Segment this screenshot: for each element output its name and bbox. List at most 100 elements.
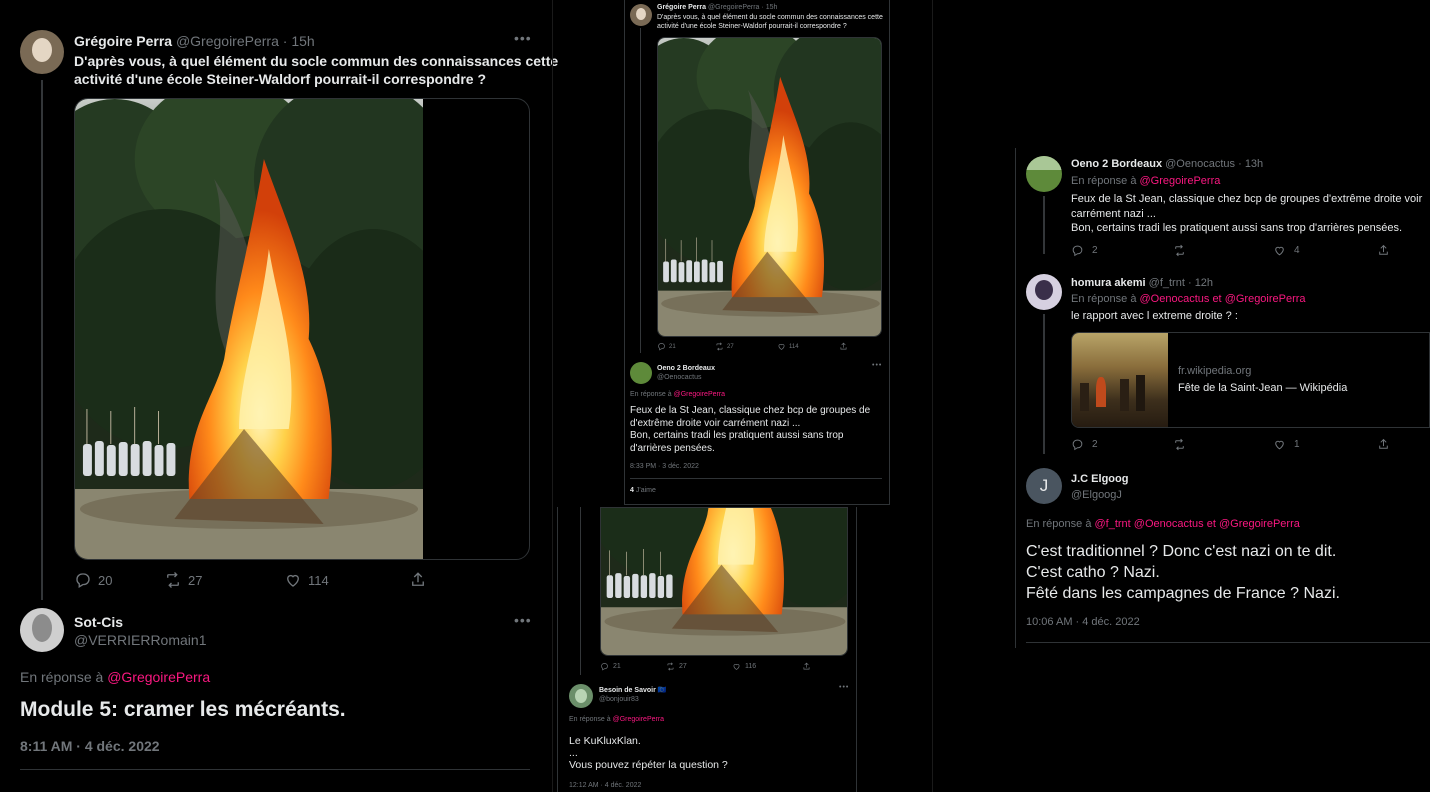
mention-link[interactable]: @GregoirePerra <box>107 669 210 685</box>
card-domain: fr.wikipedia.org <box>1178 365 1252 377</box>
tweet-photo[interactable] <box>600 507 848 656</box>
tweet-actions: 2 1 <box>1071 438 1390 451</box>
tweet-time[interactable]: 12h <box>1195 277 1213 289</box>
tweet-header: Grégoire Perra @GregoirePerra · 15h <box>657 4 778 11</box>
retweet-icon <box>1173 438 1186 451</box>
avatar[interactable] <box>569 684 593 708</box>
tweet-text: Feux de la St Jean, classique chez bcp d… <box>630 405 871 454</box>
author-name[interactable]: homura akemi <box>1071 277 1146 289</box>
reply-context: En réponse à @GregoirePerra <box>630 391 726 398</box>
like-icon <box>1273 438 1286 451</box>
tweet-text: Feux de la St Jean, classique chez bcp d… <box>1071 193 1423 234</box>
reply-context: En réponse à @Oenocactus et @GregoirePer… <box>1071 293 1306 305</box>
share-icon <box>409 571 427 589</box>
tweet-header: homura akemi @f_trnt · 12h <box>1071 277 1214 289</box>
author-handle[interactable]: @GregoirePerra <box>708 4 759 11</box>
reply-icon <box>600 662 609 671</box>
avatar[interactable] <box>1026 156 1062 192</box>
avatar[interactable]: J <box>1026 468 1062 504</box>
author-handle[interactable]: @Oenocactus <box>1165 158 1235 170</box>
retweet-icon <box>164 571 182 589</box>
tweet-photo[interactable] <box>74 98 530 560</box>
author-handle[interactable]: @VERRIERRomain1 <box>74 632 206 648</box>
author-name[interactable]: Oeno 2 Bordeaux <box>1071 158 1162 170</box>
tweet-header: Grégoire Perra @GregoirePerra · 15h <box>74 33 315 49</box>
reply-context: En réponse à @GregoirePerra <box>569 716 665 723</box>
retweet-button[interactable]: 27 <box>715 342 777 351</box>
more-icon[interactable]: ••• <box>872 362 882 369</box>
retweet-button[interactable] <box>1173 438 1273 451</box>
tweet-timestamp[interactable]: 10:06 AM · 4 déc. 2022 <box>1026 616 1140 628</box>
tweet-time[interactable]: 15h <box>766 4 778 11</box>
share-button[interactable] <box>1377 438 1390 451</box>
share-button[interactable] <box>1377 244 1390 257</box>
author-handle[interactable]: @f_trnt <box>1149 277 1185 289</box>
like-button[interactable]: 114 <box>284 571 409 589</box>
reply-context: En réponse à @f_trnt @Oenocactus et @Gre… <box>1026 518 1300 530</box>
link-card[interactable]: fr.wikipedia.org Fête de la Saint-Jean —… <box>1071 332 1430 428</box>
likes-summary[interactable]: 4 J'aime <box>630 487 656 494</box>
reply-context: En réponse à @GregoirePerra <box>20 669 211 685</box>
more-icon[interactable]: ••• <box>514 612 532 628</box>
reply-button[interactable]: 2 <box>1071 438 1173 451</box>
author-name[interactable]: J.C Elgoog <box>1071 473 1128 485</box>
author-name[interactable]: Oeno 2 Bordeaux <box>657 365 715 372</box>
mention-link[interactable]: @GregoirePerra <box>1140 175 1221 187</box>
tweet-timestamp[interactable]: 8:11 AM · 4 déc. 2022 <box>20 738 160 754</box>
mention-link[interactable]: @GregoirePerra <box>1225 293 1306 305</box>
more-icon[interactable]: ••• <box>514 30 532 46</box>
tweet-header: Besoin de Savoir 🇪🇺 <box>599 686 666 694</box>
tweet-text: D'après vous, à quel élément du socle co… <box>657 14 883 30</box>
tweet-time[interactable]: 13h <box>1245 158 1263 170</box>
avatar[interactable] <box>1026 274 1062 310</box>
share-button[interactable] <box>409 571 427 589</box>
author-name[interactable]: Sot-Cis <box>74 614 123 630</box>
tweet-photo[interactable] <box>657 37 882 337</box>
avatar[interactable] <box>20 30 64 74</box>
like-button[interactable]: 114 <box>777 342 839 351</box>
author-handle[interactable]: @ElgoogJ <box>1071 489 1122 501</box>
tweet-text: le rapport avec l extreme droite ? : <box>1071 310 1238 322</box>
avatar[interactable] <box>630 4 652 26</box>
like-button[interactable]: 4 <box>1273 244 1377 257</box>
reply-icon <box>1071 438 1084 451</box>
like-icon <box>777 342 786 351</box>
reply-button[interactable]: 20 <box>74 571 164 589</box>
mention-link[interactable]: @GregoirePerra <box>1219 518 1300 530</box>
like-button[interactable]: 1 <box>1273 438 1377 451</box>
tweet-timestamp[interactable]: 12:12 AM · 4 déc. 2022 <box>569 782 641 789</box>
mention-link[interactable]: @GregoirePerra <box>674 391 725 398</box>
like-icon <box>732 662 741 671</box>
author-name[interactable]: Besoin de Savoir <box>599 687 656 694</box>
author-name[interactable]: Grégoire Perra <box>657 4 706 11</box>
mention-link[interactable]: @Oenocactus <box>1140 293 1210 305</box>
author-handle[interactable]: @GregoirePerra <box>176 33 279 49</box>
share-button[interactable] <box>802 662 811 671</box>
card-title: Fête de la Saint-Jean — Wikipédia <box>1178 382 1348 394</box>
author-name[interactable]: Grégoire Perra <box>74 33 172 49</box>
mention-link[interactable]: @Oenocactus <box>1134 518 1204 530</box>
avatar[interactable] <box>20 608 64 652</box>
retweet-icon <box>666 662 675 671</box>
avatar[interactable] <box>630 362 652 384</box>
retweet-button[interactable] <box>1173 244 1273 257</box>
retweet-button[interactable]: 27 <box>164 571 284 589</box>
card-thumbnail <box>1072 333 1168 427</box>
tweet-text: D'après vous, à quel élément du socle co… <box>74 53 559 87</box>
reply-icon <box>74 571 92 589</box>
mention-link[interactable]: @GregoirePerra <box>613 716 664 723</box>
like-button[interactable]: 116 <box>732 662 802 671</box>
tweet-actions: 21 27 116 <box>600 662 811 671</box>
share-button[interactable] <box>839 342 848 351</box>
tweet-time[interactable]: 15h <box>291 33 314 49</box>
reply-button[interactable]: 21 <box>657 342 715 351</box>
reply-button[interactable]: 2 <box>1071 244 1173 257</box>
author-handle[interactable]: @Oenocactus <box>657 374 701 381</box>
more-icon[interactable]: ••• <box>839 684 849 691</box>
tweet-text: C'est traditionnel ? Donc c'est nazi on … <box>1026 543 1340 602</box>
reply-button[interactable]: 21 <box>600 662 666 671</box>
tweet-timestamp[interactable]: 8:33 PM · 3 déc. 2022 <box>630 463 699 470</box>
retweet-button[interactable]: 27 <box>666 662 732 671</box>
author-handle[interactable]: @bonjouir83 <box>599 696 639 703</box>
mention-link[interactable]: @f_trnt <box>1095 518 1131 530</box>
